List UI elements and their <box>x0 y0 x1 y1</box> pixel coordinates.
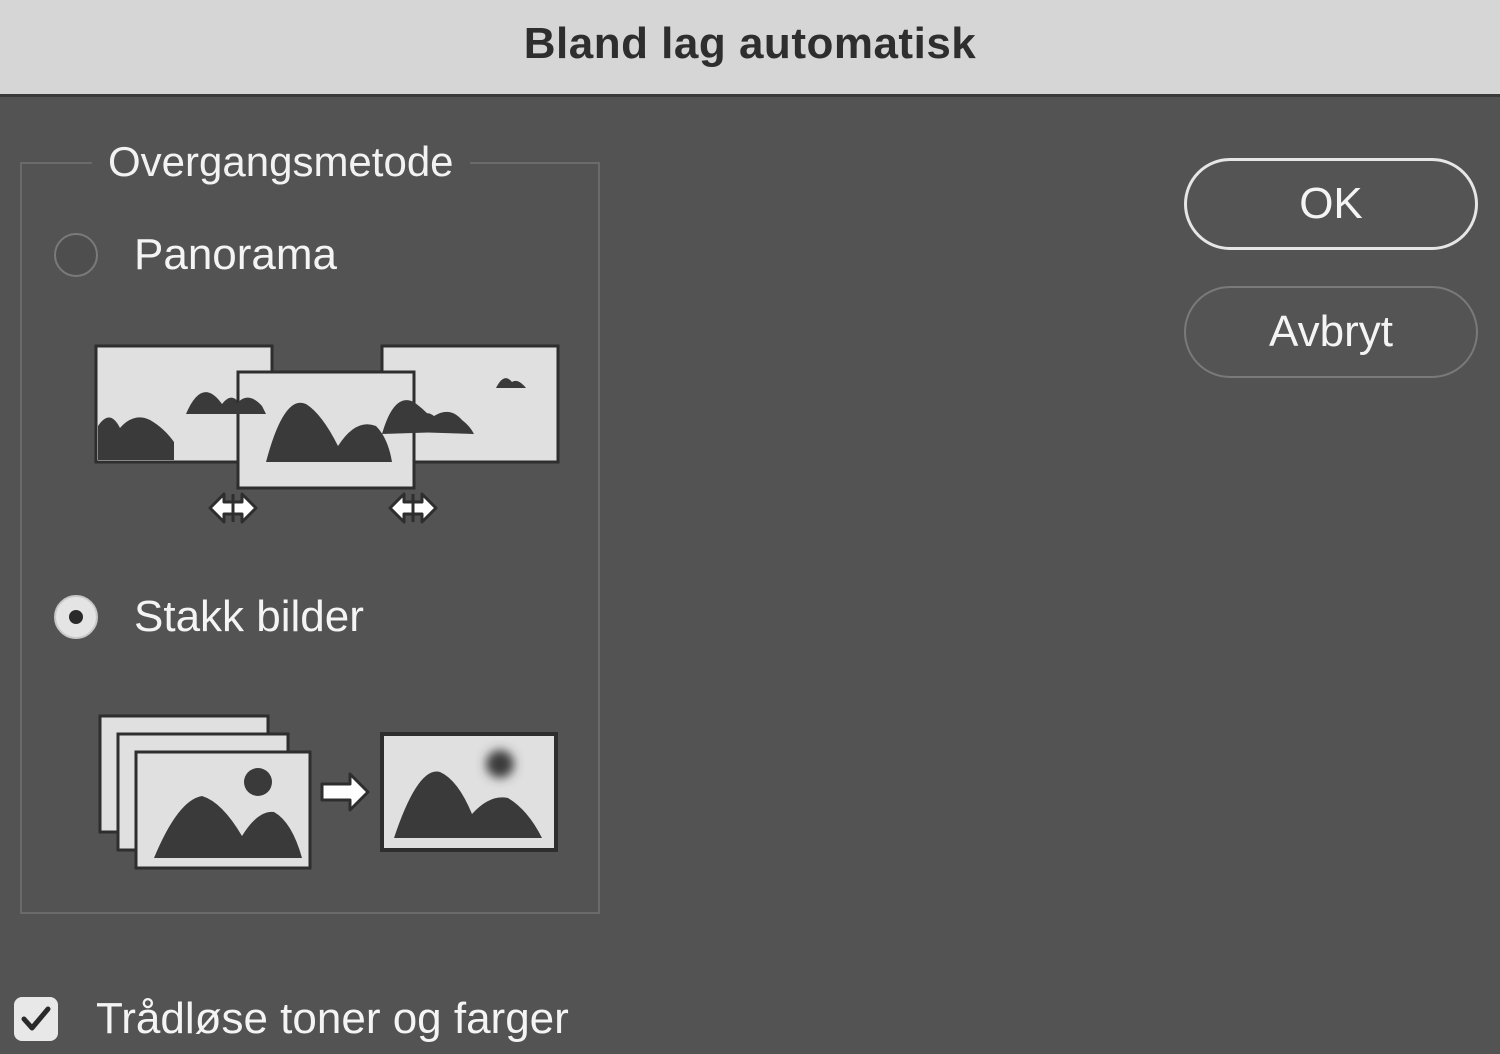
stack-images-label: Stakk bilder <box>134 592 364 641</box>
dialog-title: Bland lag automatisk <box>523 19 977 68</box>
stack-images-illustration-icon <box>98 714 558 870</box>
seamless-tones-label: Trådløse toner og farger <box>96 994 569 1043</box>
auto-blend-layers-dialog: Bland lag automatisk Overgangsmetode Pan… <box>0 0 1500 1054</box>
group-legend: Overgangsmetode <box>92 134 470 190</box>
seamless-tones-checkbox[interactable] <box>14 997 58 1041</box>
radio-option-stack-images[interactable]: Stakk bilder <box>54 592 364 642</box>
stack-images-radio[interactable] <box>54 595 98 639</box>
ok-button[interactable]: OK <box>1184 158 1478 250</box>
checkmark-icon <box>21 1006 51 1031</box>
radio-option-panorama[interactable]: Panorama <box>54 230 337 280</box>
title-bar: Bland lag automatisk <box>0 0 1500 97</box>
seamless-tones-option[interactable]: Trådløse toner og farger <box>14 994 569 1044</box>
panorama-illustration-icon <box>94 344 560 524</box>
cancel-button[interactable]: Avbryt <box>1184 286 1478 378</box>
panorama-radio[interactable] <box>54 233 98 277</box>
radio-dot <box>69 610 83 624</box>
panorama-label: Panorama <box>134 230 338 279</box>
